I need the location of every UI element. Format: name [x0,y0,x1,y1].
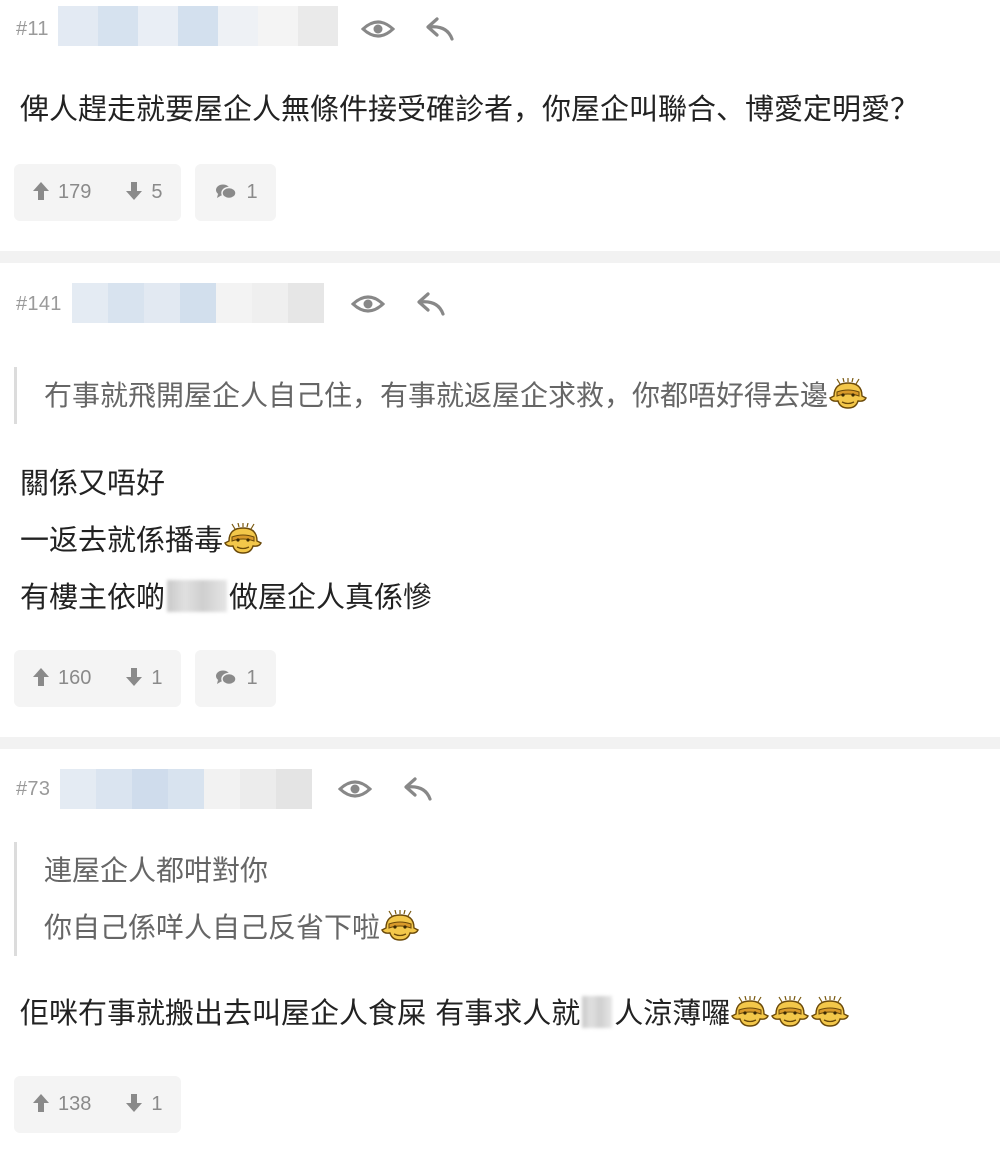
smiley-emoji-icon [380,910,420,942]
reply-icon[interactable] [420,9,460,49]
floor-number: #73 [16,777,51,800]
smiley-emoji-icon [770,996,810,1028]
post-separator [0,737,1000,749]
post-actions: 138 1 [14,1076,181,1133]
comment-icon [215,668,237,690]
reply-icon[interactable] [398,769,438,809]
body-line: 俾人趕走就要屋企人無條件接受確診者，你屋企叫聯合、博愛定明愛？ [20,92,920,126]
post-header: #73 [16,769,50,809]
body-text: 做屋企人真係慘 [229,580,433,614]
smiley-emoji-icon [828,378,868,410]
upvote-count: 160 [58,667,92,689]
arrow-up-icon[interactable] [32,667,50,691]
body-line: 有樓主依啲 做屋企人真係慘 [20,569,980,626]
floor-number: #11 [16,17,49,40]
username-redacted [58,6,338,46]
body-text: 人涼薄囉 [614,996,731,1030]
vote-buttons: 179 5 [14,164,181,221]
quote-text: 冇事就飛開屋企人自己住，有事就返屋企求救，你都唔好得去邊 [44,379,829,412]
body-line: 佢咪冇事就搬出去叫屋企人食屎 有事求人就 人涼薄囉 [20,985,980,1042]
comment-button[interactable]: 1 [194,164,276,221]
quoted-reply: 冇事就飛開屋企人自己住，有事就返屋企求救，你都唔好得去邊 [14,367,980,424]
eye-icon[interactable] [335,769,375,809]
reply-post: #11 俾人趕走就要屋企人無條件接受確診者，你屋企叫聯合、博愛定明愛？ 179 … [0,0,1000,251]
downvote-count: 5 [151,181,163,203]
username-redacted [72,283,324,323]
reply-icon[interactable] [411,284,451,324]
post-body: 佢咪冇事就搬出去叫屋企人食屎 有事求人就 人涼薄囉 [20,985,980,1042]
upvote-count: 138 [58,1093,92,1115]
arrow-down-icon[interactable] [125,667,143,691]
smiley-emoji-icon [730,996,770,1028]
quoted-reply: 連屋企人都咁對你 你自己係咩人自己反省下啦 [14,842,980,956]
body-text: 有樓主依啲 [20,580,166,614]
smiley-emoji-icon [223,523,263,555]
arrow-down-icon[interactable] [125,181,143,205]
quote-line: 冇事就飛開屋企人自己住，有事就返屋企求救，你都唔好得去邊 [44,367,980,424]
vote-buttons: 138 1 [14,1076,181,1133]
upvote-count: 179 [58,181,92,203]
arrow-down-icon[interactable] [125,1093,143,1117]
body-text: 佢咪冇事就搬出去叫屋企人食屎 有事求人就 [20,996,581,1030]
reply-post: #73 連屋企人都咁對你 你自己係咩人自己反省下啦 佢咪冇事就搬出去叫屋企人食屎… [0,749,1000,1166]
eye-icon[interactable] [348,284,388,324]
censored-text [582,996,613,1028]
post-separator [0,251,1000,263]
eye-icon[interactable] [358,9,398,49]
floor-number: #141 [16,292,62,315]
comment-count: 1 [246,667,258,689]
vote-buttons: 160 1 [14,650,181,707]
censored-text [167,580,228,612]
post-header: #11 [16,9,49,49]
downvote-count: 1 [151,667,163,689]
post-body: 俾人趕走就要屋企人無條件接受確診者，你屋企叫聯合、博愛定明愛？ [20,81,980,138]
downvote-count: 1 [151,1093,163,1115]
post-body: 關係又唔好 一返去就係播毒 有樓主依啲 做屋企人真係慘 [20,455,980,626]
arrow-up-icon[interactable] [32,1093,50,1117]
quote-line: 連屋企人都咁對你 [44,854,269,887]
comment-icon [215,182,237,204]
body-text: 一返去就係播毒 [20,523,224,557]
post-actions: 160 1 1 [14,650,276,707]
quote-line: 你自己係咩人自己反省下啦 [44,899,980,956]
body-line: 一返去就係播毒 [20,512,980,569]
arrow-up-icon[interactable] [32,181,50,205]
smiley-emoji-icon [810,996,850,1028]
quote-text: 你自己係咩人自己反省下啦 [44,911,381,944]
comment-button[interactable]: 1 [194,650,276,707]
reply-post: #141 冇事就飛開屋企人自己住，有事就返屋企求救，你都唔好得去邊 關係又唔好 … [0,263,1000,737]
username-redacted [60,769,312,809]
post-actions: 179 5 1 [14,164,276,221]
comment-count: 1 [246,181,258,203]
body-line: 關係又唔好 [20,466,166,500]
post-header: #141 [16,284,62,324]
